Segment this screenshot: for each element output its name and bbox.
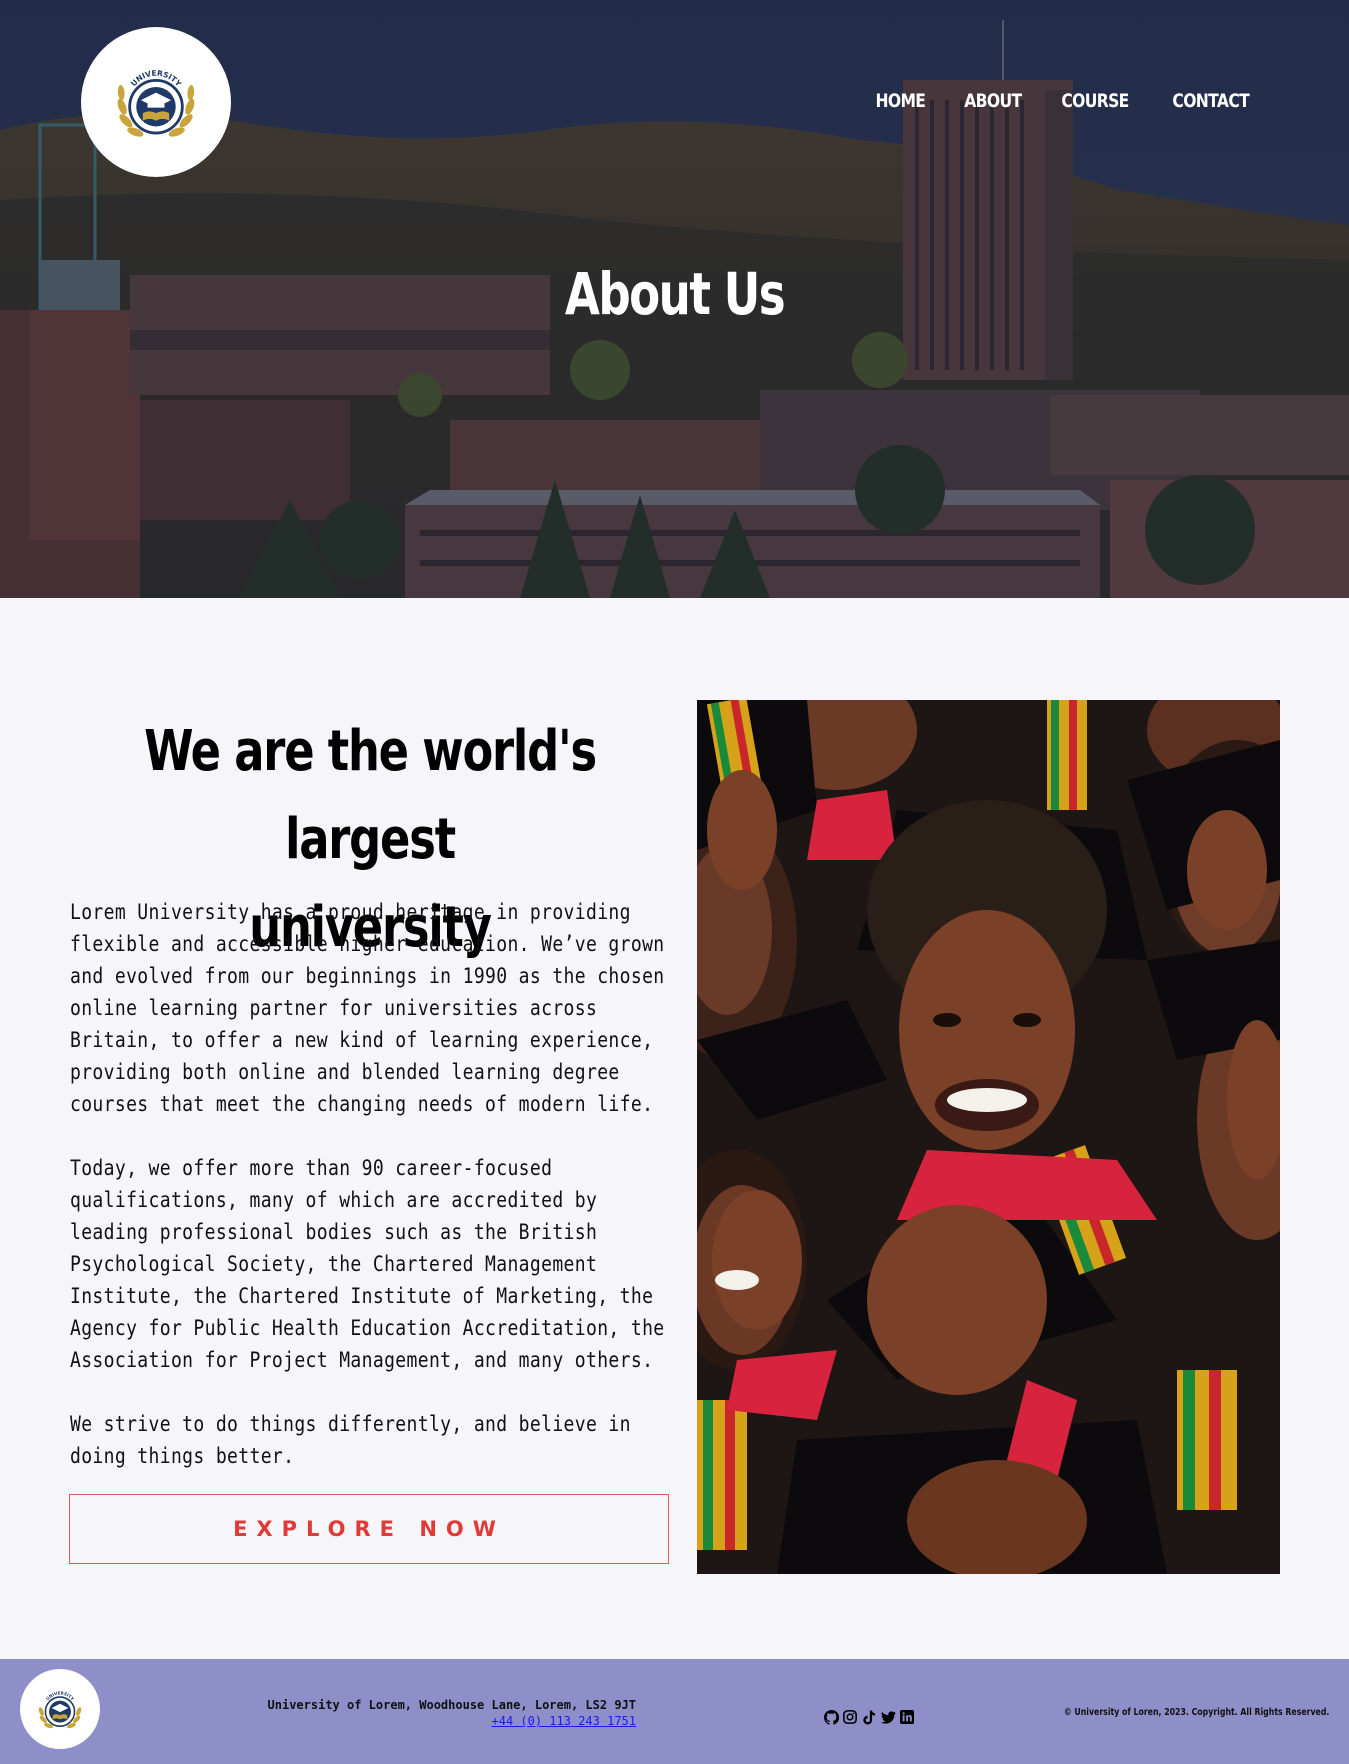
about-text: Lorem University has a proud heritage in… — [70, 896, 680, 1504]
graduates-photo-illustration — [697, 700, 1280, 1574]
nav-contact-link[interactable]: CONTACT — [1172, 90, 1249, 112]
about-paragraph-2: Today, we offer more than 90 career-focu… — [70, 1156, 665, 1372]
site-footer: UNIVERSITY University of Lorem, Woodhous… — [0, 1659, 1349, 1764]
about-heading-line-1: We are the world's largest — [144, 719, 597, 872]
university-logo[interactable]: UNIVERSITY — [81, 27, 231, 177]
instagram-icon[interactable] — [842, 1709, 858, 1725]
footer-address: University of Lorem, Woodhouse Lane, Lor… — [268, 1697, 636, 1729]
address-text: University of Lorem, Woodhouse Lane, Lor… — [267, 1698, 636, 1712]
graduation-cap-logo-icon: UNIVERSITY — [117, 69, 195, 137]
footer-logo[interactable]: UNIVERSITY — [20, 1669, 100, 1749]
copyright-text: © University of Loren, 2023. Copyright. … — [1063, 1707, 1329, 1718]
social-links — [823, 1709, 915, 1725]
nav-about-link[interactable]: ABOUT — [964, 90, 1022, 112]
page-title: About Us — [564, 260, 786, 328]
hero-banner: UNIVERSITY HOME ABOUT COURSE CONTACT Abo… — [0, 0, 1349, 598]
explore-now-button[interactable]: EXPLORE NOW — [69, 1494, 669, 1564]
nav-home-link[interactable]: HOME — [875, 90, 925, 112]
nav-course-link[interactable]: COURSE — [1062, 90, 1130, 112]
about-paragraph-1: Lorem University has a proud heritage in… — [70, 900, 665, 1116]
linkedin-icon[interactable] — [899, 1709, 915, 1725]
phone-link[interactable]: +44 (0) 113 243 1751 — [492, 1714, 637, 1728]
main-nav: HOME ABOUT COURSE CONTACT — [870, 90, 1257, 112]
graduates-photo — [697, 700, 1280, 1574]
github-icon[interactable] — [823, 1709, 839, 1725]
about-paragraph-3: We strive to do things differently, and … — [70, 1412, 631, 1468]
twitter-icon[interactable] — [880, 1709, 896, 1725]
graduation-cap-logo-icon: UNIVERSITY — [38, 1690, 82, 1729]
tiktok-icon[interactable] — [861, 1709, 877, 1725]
